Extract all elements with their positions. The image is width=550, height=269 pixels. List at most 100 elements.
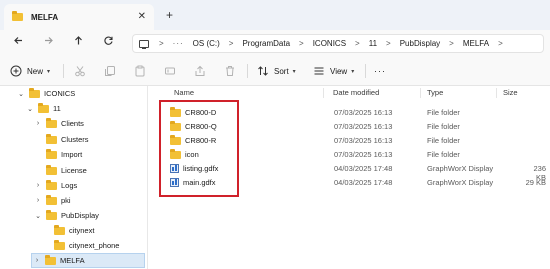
folder-icon [29, 87, 40, 98]
file-date: 07/03/2025 16:13 [334, 108, 393, 117]
copy-button[interactable] [104, 64, 116, 78]
column-header-name[interactable]: Name [174, 88, 194, 97]
file-type: GraphWorX Display [427, 178, 494, 187]
column-divider[interactable] [420, 88, 421, 98]
file-row[interactable]: main.gdfx 04/03/2025 17:48 GraphWorX Dis… [166, 176, 546, 189]
folder-icon [54, 224, 65, 235]
share-button[interactable] [194, 64, 206, 78]
tab-melfa[interactable]: MELFA ✕ [4, 4, 154, 30]
column-header-date[interactable]: Date modified [333, 88, 379, 97]
nav-item-pki[interactable]: › pki [33, 193, 71, 208]
chevron-down-icon[interactable]: ⌄ [25, 105, 35, 113]
sort-icon [258, 66, 268, 76]
refresh-icon[interactable] [100, 35, 116, 51]
nav-item-pubdisplay[interactable]: ⌄ PubDisplay [33, 208, 99, 223]
file-name: listing.gdfx [183, 164, 219, 173]
paste-button[interactable] [134, 64, 146, 78]
file-row[interactable]: icon 07/03/2025 16:13 File folder [166, 148, 546, 161]
chevron-down-icon: ▾ [292, 68, 296, 75]
copy-icon [105, 66, 115, 76]
nav-item-clients[interactable]: › Clients [33, 116, 84, 131]
file-name: CR800-R [185, 136, 217, 145]
chevron-down-icon[interactable]: ⌄ [33, 212, 43, 220]
column-divider[interactable] [323, 88, 324, 98]
gdfx-file-icon [170, 164, 179, 173]
nav-item-import[interactable]: Import [33, 147, 82, 162]
nav-item-11[interactable]: ⌄ 11 [25, 101, 61, 116]
chevron-right-icon: > [449, 39, 454, 48]
nav-item-logs[interactable]: › Logs [33, 178, 77, 193]
folder-icon [170, 106, 181, 117]
chevron-right-icon: > [228, 39, 234, 48]
breadcrumb-pubdisplay[interactable]: PubDisplay [400, 39, 440, 48]
breadcrumb-iconics[interactable]: ICONICS [313, 39, 346, 48]
file-row[interactable]: CR800-R 07/03/2025 16:13 File folder [166, 134, 546, 147]
delete-button[interactable] [224, 64, 236, 78]
chevron-down-icon[interactable]: ⌄ [16, 90, 26, 98]
file-list: Name Date modified Type Size CR800-D 07/… [148, 86, 550, 269]
nav-item-citynext[interactable]: citynext [41, 223, 94, 238]
file-date: 04/03/2025 17:48 [334, 164, 393, 173]
file-row[interactable]: CR800-Q 07/03/2025 16:13 File folder [166, 120, 546, 133]
view-button[interactable]: View ▾ [313, 64, 354, 78]
forward-arrow-icon[interactable] [40, 35, 56, 51]
column-header-size[interactable]: Size [503, 88, 518, 97]
address-bar[interactable]: > ··· OS (C:) > ProgramData > ICONICS > … [132, 34, 544, 53]
file-name: icon [185, 150, 199, 159]
folder-icon [46, 209, 57, 220]
folder-icon [46, 117, 57, 128]
nav-item-citynext-phone[interactable]: citynext_phone [41, 238, 119, 253]
column-divider[interactable] [496, 88, 497, 98]
chevron-down-icon: ▾ [351, 68, 355, 75]
chevron-right-icon[interactable]: › [33, 182, 43, 189]
breadcrumb-programdata[interactable]: ProgramData [242, 39, 290, 48]
chevron-right-icon: > [386, 39, 391, 48]
new-tab-button[interactable]: + [166, 8, 173, 22]
file-name: CR800-D [185, 108, 217, 117]
gdfx-file-icon [170, 178, 179, 187]
close-tab-icon[interactable]: ✕ [138, 11, 146, 22]
rename-button[interactable] [164, 64, 176, 78]
folder-icon [45, 254, 56, 265]
tab-title: MELFA [31, 12, 59, 22]
breadcrumb-melfa[interactable]: MELFA [463, 39, 489, 48]
folder-icon [12, 11, 23, 21]
sort-button[interactable]: Sort ▾ [257, 64, 296, 78]
file-row[interactable]: listing.gdfx 04/03/2025 17:48 GraphWorX … [166, 162, 546, 182]
view-label: View [330, 66, 348, 76]
nav-item-iconics[interactable]: ⌄ ICONICS [16, 86, 75, 101]
chevron-right-icon: > [159, 39, 164, 48]
paste-icon [135, 65, 145, 77]
file-type: File folder [427, 108, 460, 117]
nav-item-label: PubDisplay [61, 211, 99, 220]
nav-item-label: Clusters [61, 135, 89, 144]
more-options-button[interactable]: ··· [374, 64, 386, 78]
nav-item-melfa[interactable]: › MELFA [31, 253, 145, 268]
nav-item-label: pki [61, 196, 71, 205]
nav-item-label: citynext [69, 226, 95, 235]
nav-item-clusters[interactable]: Clusters [33, 132, 89, 147]
breadcrumb-11[interactable]: 11 [369, 39, 377, 48]
folder-icon [170, 134, 181, 145]
folder-icon [46, 148, 57, 159]
divider [365, 64, 366, 78]
breadcrumb-overflow[interactable]: ··· [173, 39, 184, 48]
nav-item-label: ICONICS [44, 89, 76, 98]
column-header-type[interactable]: Type [427, 88, 443, 97]
navigation-pane: ⌄ ICONICS ⌄ 11 › Clients Clusters Import… [0, 86, 147, 269]
file-type: GraphWorX Display [427, 164, 494, 173]
file-row[interactable]: CR800-D 07/03/2025 16:13 File folder [166, 106, 546, 119]
back-arrow-icon[interactable] [10, 35, 26, 51]
file-type: File folder [427, 136, 460, 145]
chevron-right-icon[interactable]: › [33, 197, 43, 204]
chevron-right-icon[interactable]: › [32, 257, 42, 264]
chevron-right-icon[interactable]: › [33, 120, 43, 127]
nav-item-license[interactable]: License [33, 163, 87, 178]
up-arrow-icon[interactable] [70, 35, 86, 51]
new-button[interactable]: New ▾ [10, 64, 50, 78]
breadcrumb-os-c[interactable]: OS (C:) [193, 39, 220, 48]
folder-icon [170, 148, 181, 159]
file-type: File folder [427, 122, 460, 131]
file-date: 07/03/2025 16:13 [334, 150, 393, 159]
cut-button[interactable] [74, 64, 86, 78]
